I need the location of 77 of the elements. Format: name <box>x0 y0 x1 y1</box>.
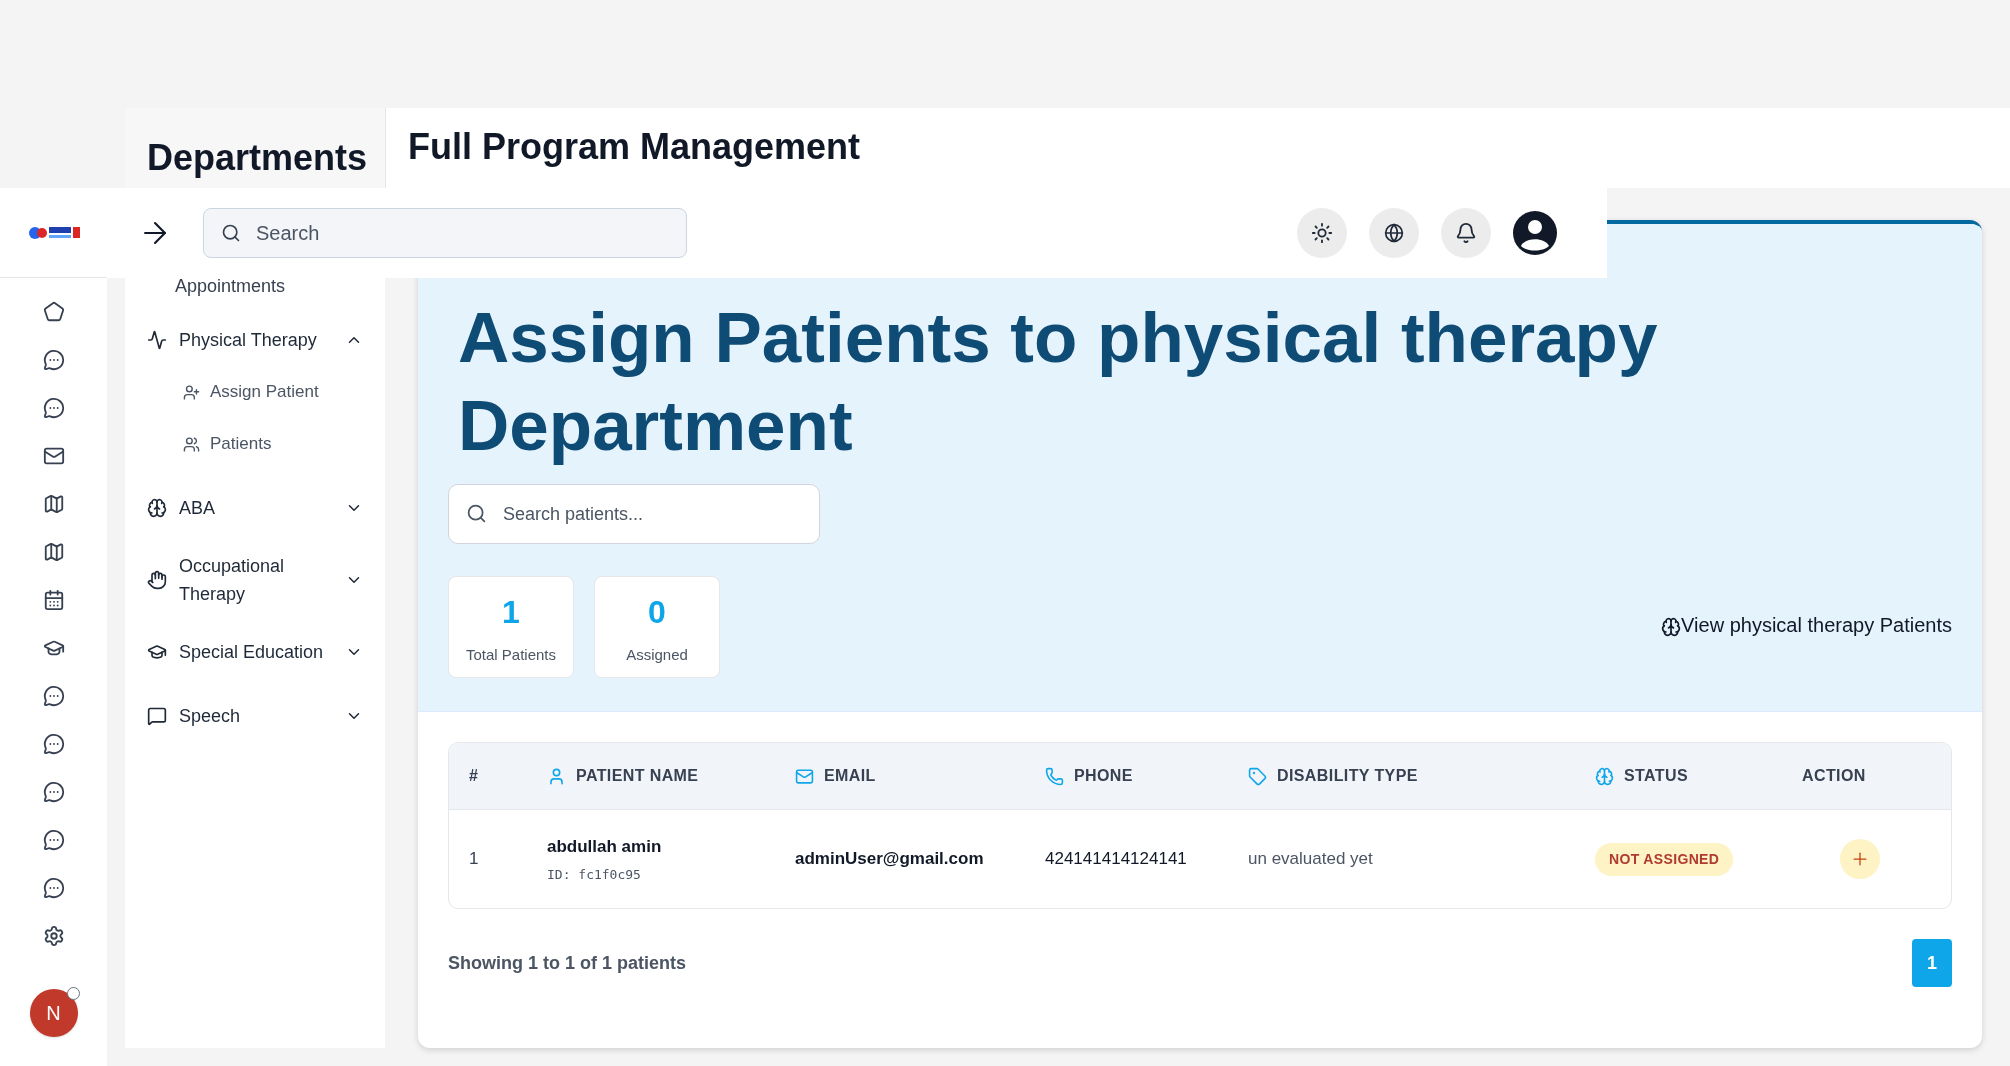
table-cell-text: adminUser@gmail.com <box>795 848 985 871</box>
table-cell-text: un evaluated yet <box>1248 848 1374 871</box>
bell-icon <box>1455 222 1477 244</box>
chat-button[interactable] <box>41 732 66 755</box>
chat-button[interactable] <box>41 396 66 419</box>
user-plus-icon <box>183 383 200 401</box>
sidebar-subitem[interactable]: Patients <box>147 424 363 464</box>
sidebar-subitem[interactable]: Assign Patient <box>147 372 363 412</box>
chat-icon <box>42 348 65 371</box>
profile-avatar-icon[interactable] <box>1513 211 1557 255</box>
column-header: PHONE <box>1045 764 1248 788</box>
column-header: PATIENT NAME <box>547 764 795 788</box>
chat-icon <box>42 732 65 755</box>
hand-icon <box>147 570 167 590</box>
column-header: EMAIL <box>795 764 1045 788</box>
brain-icon <box>1661 617 1682 637</box>
calendar-icon <box>42 588 65 611</box>
section-title: Departments <box>147 136 368 180</box>
users-icon <box>183 435 200 453</box>
stat-value: 1 <box>502 592 520 632</box>
chat-icon <box>42 396 65 419</box>
brain-icon <box>1595 766 1614 786</box>
patient-search-field[interactable]: Search patients... <box>448 484 820 544</box>
sidebar-group[interactable]: Physical Therapy <box>147 320 363 360</box>
pentagon-button[interactable] <box>41 300 66 323</box>
sidebar-item[interactable]: Appointments <box>175 276 286 296</box>
sun-icon <box>1311 222 1333 244</box>
search-field[interactable]: Search <box>203 208 687 258</box>
user-avatar[interactable]: N <box>29 989 78 1037</box>
notifications-button[interactable] <box>1441 208 1491 258</box>
stat-label: Assigned <box>626 644 688 665</box>
sidebar-group[interactable]: Speech <box>147 696 363 736</box>
user-icon <box>547 766 566 786</box>
search-icon <box>466 503 487 524</box>
column-header: # <box>469 766 480 786</box>
table-cell-text: 424141414124141 <box>1045 848 1188 871</box>
hero-title: Assign Patients to physical therapy Department <box>457 297 1659 467</box>
pagination-summary: Showing 1 to 1 of 1 patients <box>448 951 687 975</box>
speech-bubble-icon <box>147 706 167 726</box>
settings-icon <box>42 924 65 947</box>
phone-icon <box>1045 766 1064 786</box>
table-cell-text: 1 <box>469 848 480 871</box>
sidebar-group[interactable]: ABA <box>147 488 363 528</box>
chat-button[interactable] <box>41 348 66 371</box>
patient-name: abdullah amin <box>547 835 663 858</box>
chat-button[interactable] <box>41 684 66 707</box>
chat-button[interactable] <box>41 876 66 899</box>
graduation-cap-icon <box>147 642 167 662</box>
patient-id: ID: fc1f0c95 <box>547 866 642 884</box>
map-icon <box>42 540 65 563</box>
view-patients-link[interactable]: View physical therapy Patients <box>1661 610 1952 640</box>
brain-icon <box>147 498 167 518</box>
pulse-icon <box>147 330 167 350</box>
chat-icon <box>42 780 65 803</box>
map-icon <box>42 492 65 515</box>
mail-icon <box>795 766 814 786</box>
tag-icon <box>1248 766 1267 786</box>
pentagon-icon <box>42 300 65 323</box>
search-icon <box>221 223 241 243</box>
stat-value: 0 <box>648 592 666 632</box>
chat-icon <box>42 684 65 707</box>
stat-label: Total Patients <box>465 644 557 665</box>
sidebar-group[interactable]: Occupational Therapy <box>147 552 363 608</box>
chat-icon <box>42 828 65 851</box>
globe-icon <box>1384 223 1404 243</box>
status-badge: NOT ASSIGNED <box>1595 842 1734 876</box>
page-title: Full Program Management <box>408 125 861 169</box>
column-header: DISABILITY TYPE <box>1248 764 1595 788</box>
column-header: ACTION <box>1802 766 1867 786</box>
chat-icon <box>42 876 65 899</box>
language-button[interactable] <box>1369 208 1419 258</box>
sidebar-group[interactable]: Special Education <box>147 632 363 672</box>
chat-button[interactable] <box>41 828 66 851</box>
assign-button[interactable] <box>1839 839 1880 879</box>
column-header: STATUS <box>1595 764 1802 788</box>
chat-button[interactable] <box>41 780 66 803</box>
theme-toggle-button[interactable] <box>1297 208 1347 258</box>
